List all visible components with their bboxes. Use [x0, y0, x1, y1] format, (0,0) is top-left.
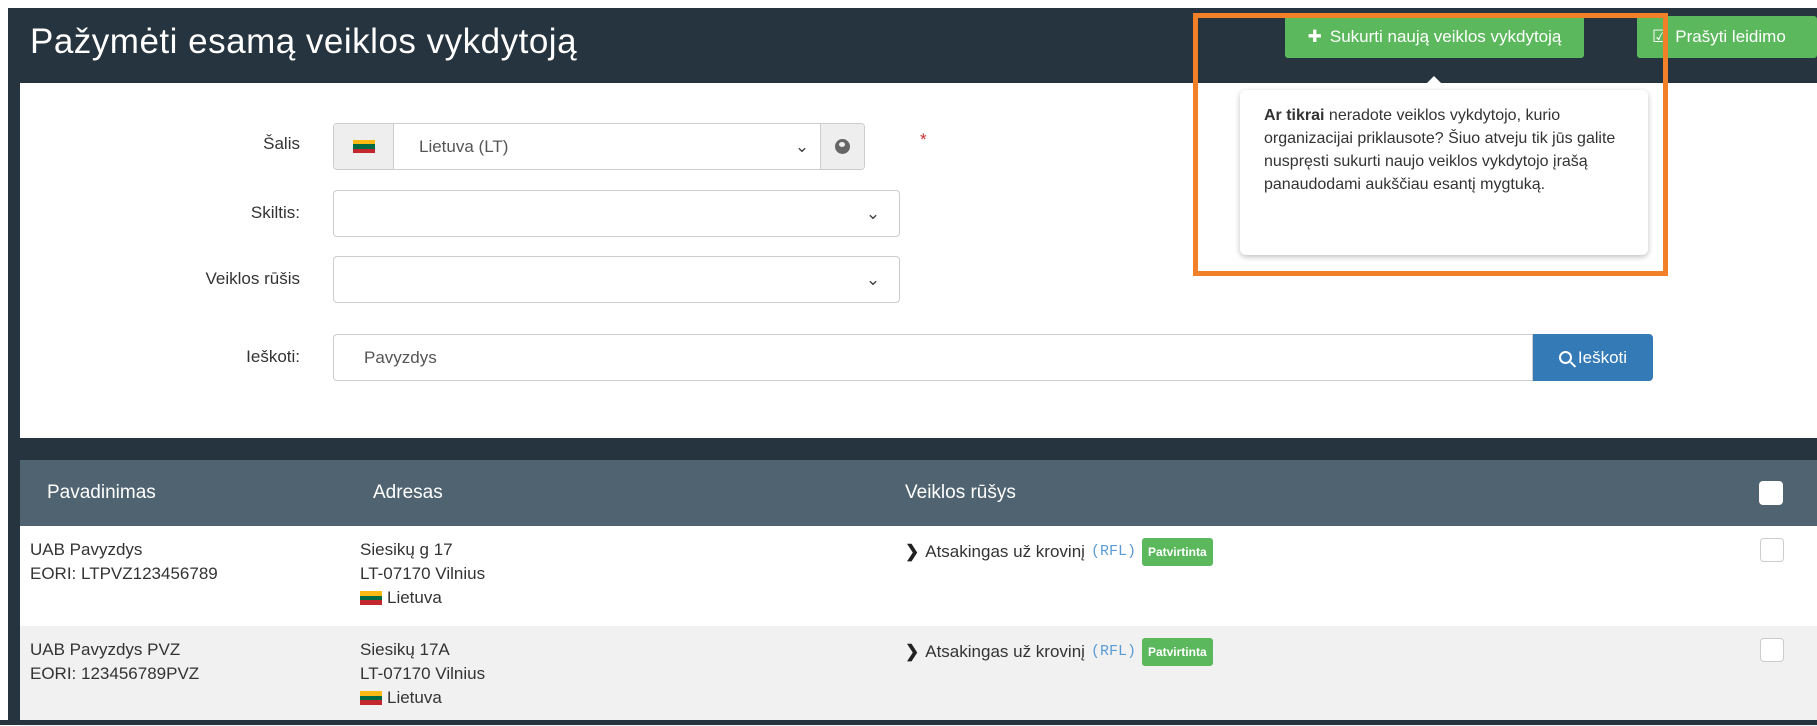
chevron-down-icon: ⌄ [865, 269, 881, 289]
operator-eori: EORI: LTPVZ123456789 [30, 564, 218, 583]
table-header: Pavadinimas Adresas Veiklos rūšys [20, 460, 1817, 526]
activity-code: (RFL) [1090, 643, 1136, 660]
search-icon [1558, 351, 1572, 364]
chevron-down-icon: ⌄ [794, 136, 810, 156]
bottom-edge [0, 720, 1817, 725]
address-country: Lietuva [387, 688, 442, 707]
annotation-highlight-box [1193, 13, 1668, 276]
status-badge: Patvirtinta [1141, 638, 1213, 666]
operator-eori: EORI: 123456789PVZ [30, 664, 200, 683]
country-flag-addon [334, 124, 394, 169]
address-cell: Siesikų 17A LT-07170 Vilnius Lietuva [360, 638, 485, 710]
required-marker: * [920, 130, 927, 149]
table-row[interactable]: UAB Pavyzdys PVZ EORI: 123456789PVZ Sies… [20, 626, 1817, 726]
request-permission-label: Prašyti leidimo [1675, 27, 1786, 46]
globe-icon [835, 139, 850, 154]
column-header-address: Adresas [373, 482, 443, 503]
operator-name-cell: UAB Pavyzdys PVZ EORI: 123456789PVZ [30, 638, 199, 686]
table-row[interactable]: UAB Pavyzdys EORI: LTPVZ123456789 Siesik… [20, 526, 1817, 626]
address-street: Siesikų 17A [360, 640, 450, 659]
address-city: LT-07170 Vilnius [360, 664, 486, 683]
search-button[interactable]: Ieškoti [1533, 334, 1653, 381]
activity-type-select[interactable]: ⌄ [333, 256, 900, 303]
country-select[interactable]: Lietuva (LT) ⌄ [333, 123, 865, 170]
country-value: Lietuva (LT) [419, 136, 509, 156]
activity-cell[interactable]: ❯ Atsakingas už krovinį (RFL) Patvirtint… [905, 538, 1213, 566]
left-edge [0, 0, 8, 725]
section-label: Skiltis: [250, 203, 300, 222]
search-label: Ieškoti: [246, 347, 300, 366]
section-select[interactable]: ⌄ [333, 190, 900, 237]
address-street: Siesikų g 17 [360, 540, 453, 559]
select-all-checkbox[interactable] [1759, 481, 1783, 505]
activity-code: (RFL) [1090, 543, 1136, 560]
operator-name: UAB Pavyzdys PVZ [30, 640, 181, 659]
column-header-name: Pavadinimas [47, 482, 156, 503]
search-input-value: Pavyzdys [364, 347, 437, 367]
chevron-right-icon: ❯ [905, 642, 920, 661]
row-checkbox[interactable] [1760, 538, 1784, 562]
lithuania-flag-icon [360, 691, 382, 705]
lithuania-flag-icon [360, 591, 382, 605]
activity-name: Atsakingas už krovinį [925, 542, 1085, 561]
address-cell: Siesikų g 17 LT-07170 Vilnius Lietuva [360, 538, 485, 610]
activity-type-label: Veiklos rūšis [205, 269, 300, 288]
search-input[interactable]: Pavyzdys [333, 334, 1533, 381]
row-checkbox[interactable] [1760, 638, 1784, 662]
globe-addon[interactable] [820, 124, 864, 169]
address-city: LT-07170 Vilnius [360, 564, 486, 583]
chevron-right-icon: ❯ [905, 542, 920, 561]
activity-cell[interactable]: ❯ Atsakingas už krovinį (RFL) Patvirtint… [905, 638, 1213, 666]
lithuania-flag-icon [352, 139, 375, 154]
status-badge: Patvirtinta [1141, 538, 1213, 566]
address-country: Lietuva [387, 588, 442, 607]
search-button-label: Ieškoti [1577, 347, 1628, 367]
column-header-activities: Veiklos rūšys [905, 482, 1016, 503]
operator-name-cell: UAB Pavyzdys EORI: LTPVZ123456789 [30, 538, 218, 586]
chevron-down-icon: ⌄ [865, 203, 881, 223]
country-label: Šalis [263, 134, 300, 153]
page-title: Pažymėti esamą veiklos vykdytoją [30, 22, 578, 61]
activity-name: Atsakingas už krovinį [925, 642, 1085, 661]
operator-name: UAB Pavyzdys [30, 540, 143, 559]
